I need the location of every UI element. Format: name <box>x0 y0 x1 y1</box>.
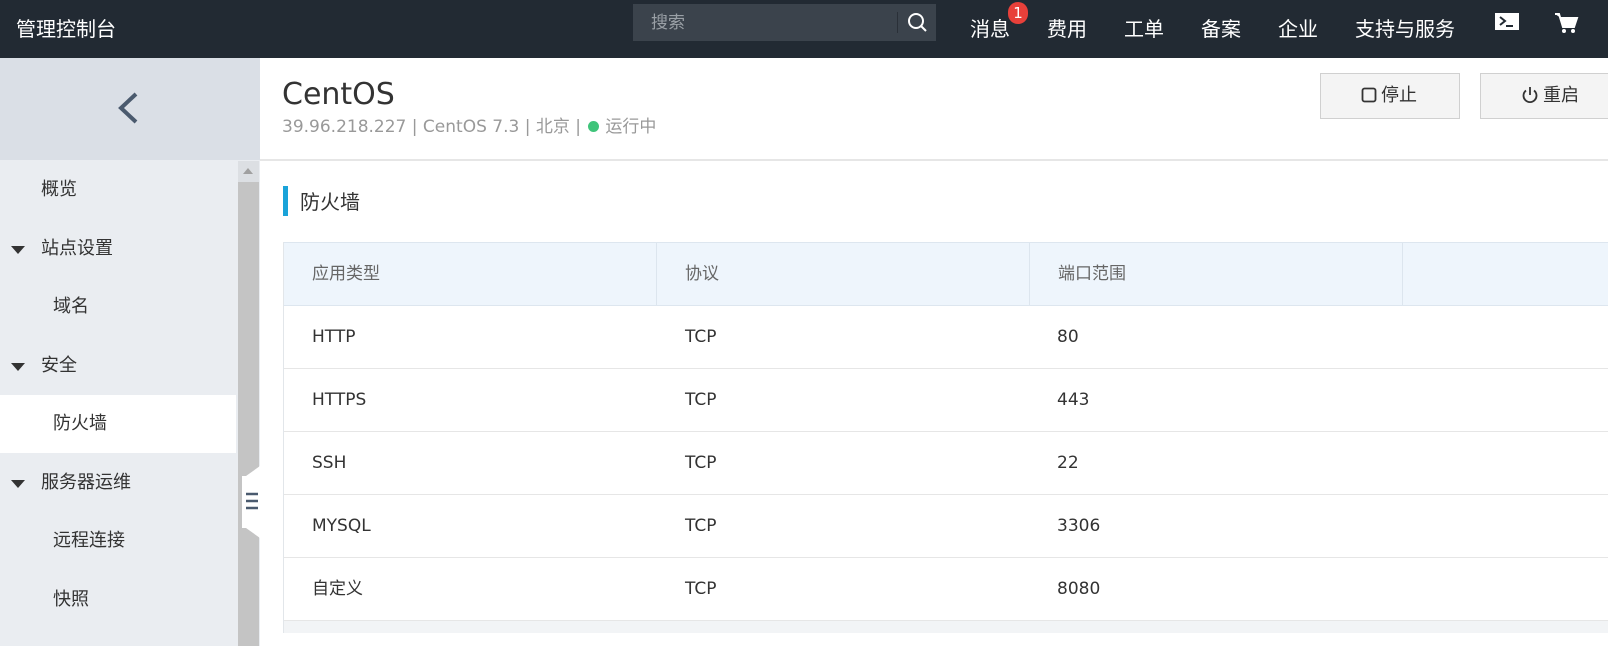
firewall-panel: 防火墙 应用类型 协议 端口范围 HTTP TCP 80 HTTPS TCP 4… <box>260 161 1608 646</box>
cell-port: 3306 <box>1057 516 1101 536</box>
sidebar-back-button[interactable] <box>0 58 260 160</box>
column-header-protocol: 协议 <box>685 264 719 284</box>
messages-count-badge: 1 <box>1008 2 1028 24</box>
sidebar-group-server-ops[interactable]: 服务器运维 <box>0 454 236 512</box>
global-search <box>633 4 936 41</box>
meta-separator: | <box>411 117 418 137</box>
cell-protocol: TCP <box>685 516 717 536</box>
console-brand[interactable]: 管理控制台 <box>16 10 116 48</box>
table-row: HTTPS TCP 443 <box>284 369 1608 432</box>
instance-status: 运行中 <box>605 117 657 137</box>
top-navigation-bar: 管理控制台 消息 1 费用 工单 备案 企业 支持与服务 <box>0 0 1608 58</box>
cell-port: 80 <box>1057 327 1079 347</box>
sidebar-group-security[interactable]: 安全 <box>0 337 236 395</box>
caret-down-icon <box>11 246 25 254</box>
nav-support[interactable]: 支持与服务 <box>1355 10 1455 48</box>
section-accent-bar <box>283 186 288 216</box>
sidebar-item-snapshot[interactable]: 快照 <box>0 571 236 629</box>
stop-square-icon <box>1361 87 1377 103</box>
power-icon <box>1522 87 1538 104</box>
nav-filing[interactable]: 备案 <box>1201 10 1241 48</box>
table-footer <box>284 621 1608 633</box>
cell-app-type: 自定义 <box>312 579 363 599</box>
caret-down-icon <box>11 363 25 371</box>
instance-header: CentOS 39.96.218.227 | CentOS 7.3 | 北京 |… <box>260 58 1608 161</box>
instance-ip: 39.96.218.227 <box>282 117 407 137</box>
sidebar-toggle-handle[interactable] <box>242 466 260 538</box>
table-row: SSH TCP 22 <box>284 432 1608 495</box>
cell-protocol: TCP <box>685 327 717 347</box>
table-row: 自定义 TCP 8080 <box>284 558 1608 621</box>
search-button[interactable] <box>901 4 936 41</box>
instance-meta: 39.96.218.227 | CentOS 7.3 | 北京 | 运行中 <box>282 114 656 140</box>
cell-app-type: SSH <box>312 453 347 473</box>
sidebar-item-remote-connect[interactable]: 远程连接 <box>0 512 236 570</box>
search-icon <box>908 13 927 32</box>
stop-button[interactable]: 停止 <box>1320 73 1460 119</box>
sidebar-item-firewall[interactable]: 防火墙 <box>0 395 236 453</box>
column-divider <box>1029 243 1030 305</box>
restart-label: 重启 <box>1543 85 1579 106</box>
table-row: MYSQL TCP 3306 <box>284 495 1608 558</box>
cell-port: 8080 <box>1057 579 1101 599</box>
nav-tickets[interactable]: 工单 <box>1124 10 1164 48</box>
cart-button[interactable] <box>1550 0 1608 44</box>
table-header: 应用类型 协议 端口范围 <box>284 242 1608 306</box>
scroll-up-arrow-icon[interactable] <box>243 168 253 174</box>
terminal-button[interactable] <box>1492 0 1522 44</box>
cell-port: 22 <box>1057 453 1079 473</box>
sidebar-group-label: 安全 <box>41 355 77 376</box>
sidebar-item-domain[interactable]: 域名 <box>0 278 236 336</box>
cell-app-type: HTTP <box>312 327 356 347</box>
cell-port: 443 <box>1057 390 1090 410</box>
column-header-app-type: 应用类型 <box>312 264 380 284</box>
menu-collapse-icon <box>242 466 260 538</box>
stop-label: 停止 <box>1381 85 1417 106</box>
caret-down-icon <box>11 480 25 488</box>
instance-os: CentOS 7.3 <box>422 117 520 137</box>
column-divider <box>656 243 657 305</box>
status-dot-icon <box>588 121 600 132</box>
meta-separator: | <box>524 117 531 137</box>
instance-name: CentOS <box>282 77 395 112</box>
section-title: 防火墙 <box>300 190 360 214</box>
cell-protocol: TCP <box>685 390 717 410</box>
cart-icon <box>1555 13 1579 33</box>
firewall-rules-table: 应用类型 协议 端口范围 HTTP TCP 80 HTTPS TCP 443 S… <box>283 242 1608 633</box>
nav-enterprise[interactable]: 企业 <box>1278 10 1318 48</box>
sidebar-scrollbar-thumb[interactable] <box>238 182 259 646</box>
restart-button[interactable]: 重启 <box>1480 73 1608 119</box>
instance-region: 北京 <box>535 117 570 137</box>
sidebar-item-overview[interactable]: 概览 <box>0 161 236 219</box>
terminal-icon <box>1495 13 1519 30</box>
cell-protocol: TCP <box>685 453 717 473</box>
cell-app-type: HTTPS <box>312 390 367 410</box>
cell-app-type: MYSQL <box>312 516 371 536</box>
sidebar-group-label: 站点设置 <box>41 238 113 259</box>
nav-messages[interactable]: 消息 <box>970 10 1010 48</box>
search-divider <box>897 12 898 33</box>
column-divider <box>1402 243 1403 305</box>
meta-separator: | <box>575 117 581 137</box>
cell-protocol: TCP <box>685 579 717 599</box>
sidebar-group-site-settings[interactable]: 站点设置 <box>0 220 236 278</box>
table-row: HTTP TCP 80 <box>284 306 1608 369</box>
nav-billing[interactable]: 费用 <box>1047 10 1087 48</box>
column-header-port-range: 端口范围 <box>1058 264 1126 284</box>
chevron-left-icon <box>118 92 138 124</box>
sidebar-group-label: 服务器运维 <box>41 472 131 493</box>
search-input[interactable] <box>633 4 895 41</box>
sidebar: 概览 站点设置 域名 安全 防火墙 服务器运维 远程连接 快照 <box>0 58 260 646</box>
